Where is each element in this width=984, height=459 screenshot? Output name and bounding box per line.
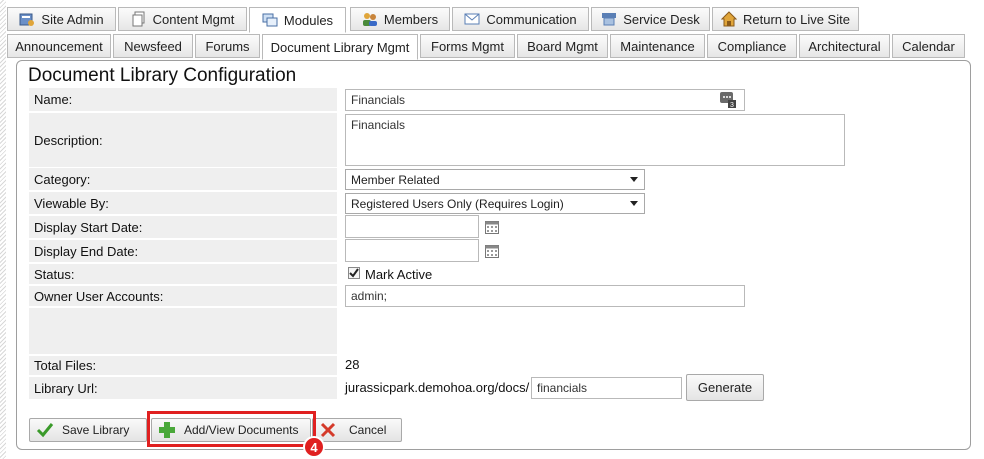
step-number-badge: 4	[303, 436, 325, 458]
calendar-icon[interactable]	[485, 245, 499, 258]
subtab-forms-mgmt[interactable]: Forms Mgmt	[420, 34, 515, 58]
tab-site-admin[interactable]: Site Admin	[7, 7, 116, 31]
viewable-by-label: Viewable By:	[29, 192, 337, 214]
viewable-by-select[interactable]: Registered Users Only (Requires Login)	[345, 193, 645, 214]
mark-active-label: Mark Active	[365, 267, 433, 282]
subtab-board-mgmt[interactable]: Board Mgmt	[517, 34, 608, 58]
tab-service-desk[interactable]: Service Desk	[591, 7, 710, 31]
description-value: Financials	[351, 118, 406, 132]
owner-accounts-field[interactable]: admin;	[345, 285, 745, 307]
name-label: Name:	[29, 88, 337, 111]
subtab-maintenance[interactable]: Maintenance	[610, 34, 705, 58]
save-library-button[interactable]: Save Library	[29, 418, 147, 442]
cancel-label: Cancel	[349, 423, 387, 437]
calendar-icon[interactable]	[485, 221, 499, 234]
subtab-forums[interactable]: Forums	[195, 34, 260, 58]
modules-icon	[262, 12, 278, 28]
tab-label: Return to Live Site	[743, 11, 850, 27]
category-value: Member Related	[351, 173, 440, 187]
category-select[interactable]: Member Related	[345, 169, 645, 190]
description-label: Description:	[29, 113, 337, 167]
checkmark-icon	[36, 421, 54, 439]
chevron-down-icon	[630, 201, 638, 206]
svg-text:3: 3	[730, 102, 734, 108]
save-library-label: Save Library	[62, 423, 130, 437]
subtab-label: Maintenance	[620, 38, 695, 54]
subtab-label: Calendar	[902, 38, 955, 54]
checkmark-icon	[349, 268, 359, 278]
category-label: Category:	[29, 168, 337, 190]
library-url-field[interactable]: financials	[531, 377, 682, 399]
home-icon	[721, 11, 738, 27]
tab-label: Service Desk	[623, 11, 700, 27]
owner-accounts-label: Owner User Accounts:	[29, 286, 337, 306]
name-value: Financials	[351, 93, 406, 107]
tab-label: Members	[383, 11, 439, 27]
tab-content-mgmt[interactable]: Content Mgmt	[118, 7, 247, 31]
end-date-field[interactable]	[345, 239, 479, 262]
subtab-newsfeed[interactable]: Newsfeed	[113, 34, 193, 58]
close-icon	[319, 421, 337, 439]
decorative-edge	[0, 0, 6, 459]
library-url-slug: financials	[537, 381, 588, 395]
pages-icon	[131, 11, 147, 27]
tab-members[interactable]: Members	[350, 7, 450, 31]
tab-label: Content Mgmt	[152, 11, 235, 27]
tab-label: Site Admin	[41, 11, 104, 27]
start-date-field[interactable]	[345, 215, 479, 238]
generate-button[interactable]: Generate	[686, 374, 764, 401]
subtab-label: Newsfeed	[124, 38, 182, 54]
tab-modules[interactable]: Modules	[249, 7, 346, 33]
tab-label: Modules	[283, 12, 334, 28]
members-icon	[362, 11, 378, 27]
name-field[interactable]: Financials	[345, 89, 745, 111]
owner-accounts-value: admin;	[351, 289, 388, 303]
status-label: Status:	[29, 264, 337, 284]
generate-label: Generate	[697, 380, 753, 395]
subtab-label: Compliance	[717, 38, 787, 54]
service-desk-icon	[601, 11, 617, 27]
subtab-label: Architectural	[808, 38, 881, 54]
description-field[interactable]: Financials	[345, 114, 845, 166]
subtab-label: Announcement	[15, 38, 103, 54]
subtab-label: Forums	[205, 38, 250, 54]
settings-admin-icon	[19, 11, 35, 27]
subtab-architectural[interactable]: Architectural	[799, 34, 890, 58]
subtab-calendar[interactable]: Calendar	[892, 34, 965, 58]
spacer-row	[29, 308, 337, 354]
mark-active-checkbox[interactable]	[348, 267, 360, 279]
tab-return-live-site[interactable]: Return to Live Site	[712, 7, 859, 31]
end-date-label: Display End Date:	[29, 240, 337, 262]
subtab-announcement[interactable]: Announcement	[7, 34, 111, 58]
subtab-label: Forms Mgmt	[431, 38, 504, 54]
tab-communication[interactable]: Communication	[452, 7, 589, 31]
chevron-down-icon	[630, 177, 638, 182]
start-date-label: Display Start Date:	[29, 216, 337, 238]
viewable-by-value: Registered Users Only (Requires Login)	[351, 197, 564, 211]
subtab-compliance[interactable]: Compliance	[707, 34, 797, 58]
total-files-value: 28	[345, 357, 360, 372]
total-files-label: Total Files:	[29, 356, 337, 375]
subtab-label: Board Mgmt	[527, 38, 598, 54]
annotation-highlight-box	[147, 411, 316, 447]
library-url-label: Library Url:	[29, 377, 337, 399]
cancel-button[interactable]: Cancel	[312, 418, 402, 442]
subtab-label: Document Library Mgmt	[270, 39, 410, 55]
page-title: Document Library Configuration	[28, 65, 297, 86]
spellcheck-icon[interactable]: 3	[720, 91, 737, 109]
tab-label: Communication	[486, 11, 577, 27]
library-url-prefix: jurassicpark.demohoa.org/docs/	[345, 380, 530, 395]
envelope-icon	[464, 11, 480, 27]
subtab-document-library-mgmt[interactable]: Document Library Mgmt	[262, 34, 418, 60]
